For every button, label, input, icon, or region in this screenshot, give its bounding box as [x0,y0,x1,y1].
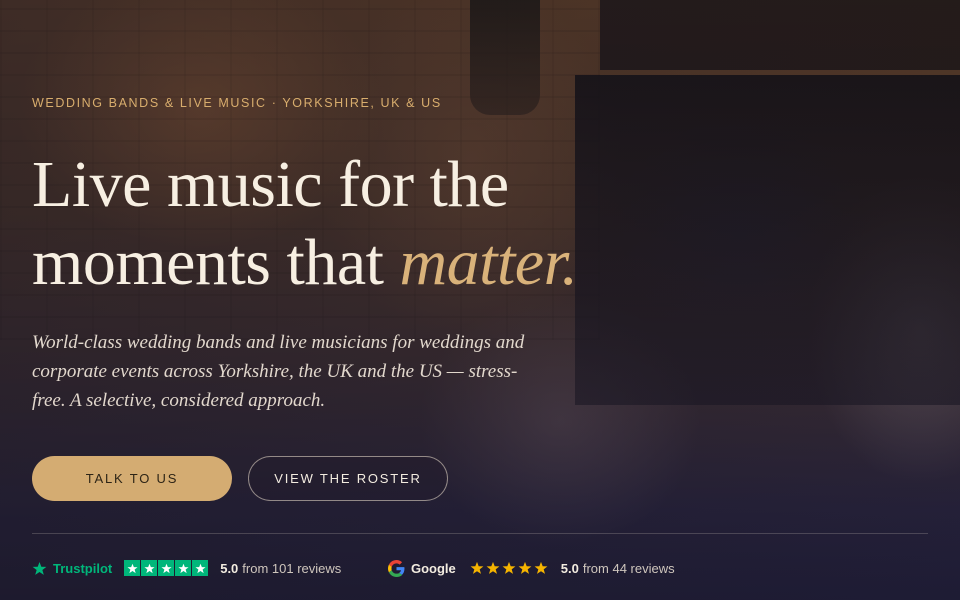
hero-subhead: World-class wedding bands and live music… [32,332,525,411]
trustpilot-review-count: from 101 reviews [242,560,342,576]
google-label: Google [411,560,456,576]
hero-content: WEDDING BANDS & LIVE MUSIC · YORKSHIRE, … [32,0,928,600]
divider [32,533,928,534]
headline-line-2: moments that [32,226,400,299]
headline-line-1: Live music for the [32,148,509,221]
hero-eyebrow: WEDDING BANDS & LIVE MUSIC · YORKSHIRE, … [32,96,442,110]
star-icon [518,561,532,574]
trustpilot-stars [124,560,209,576]
google-review-count: from 44 reviews [582,560,675,576]
star-icon [175,560,192,576]
star-icon [141,560,158,576]
google-rating[interactable]: Google 5.0 from 44 reviews [388,557,675,579]
star-icon [470,561,484,574]
trustpilot-score: 5.0 [220,560,239,576]
google-score: 5.0 [560,560,579,576]
star-icon [158,560,175,576]
google-logo-icon [388,559,405,577]
star-icon [534,561,548,574]
star-icon [192,560,209,576]
talk-to-us-button[interactable]: TALK TO US [32,456,232,501]
star-icon [486,561,500,574]
star-icon [502,561,516,574]
trustpilot-star-icon [32,561,47,575]
hero-headline: Live music for the moments that matter. [32,146,652,302]
google-stars [470,561,548,575]
reviews-bar: Trustpilot 5.0 from 101 reviews Google 5… [32,557,928,579]
star-icon [124,560,141,576]
trustpilot-rating[interactable]: Trustpilot 5.0 from 101 reviews [32,557,341,579]
view-roster-button[interactable]: VIEW THE ROSTER [248,456,448,501]
headline-accent: matter. [399,226,578,299]
trustpilot-label: Trustpilot [53,560,113,576]
